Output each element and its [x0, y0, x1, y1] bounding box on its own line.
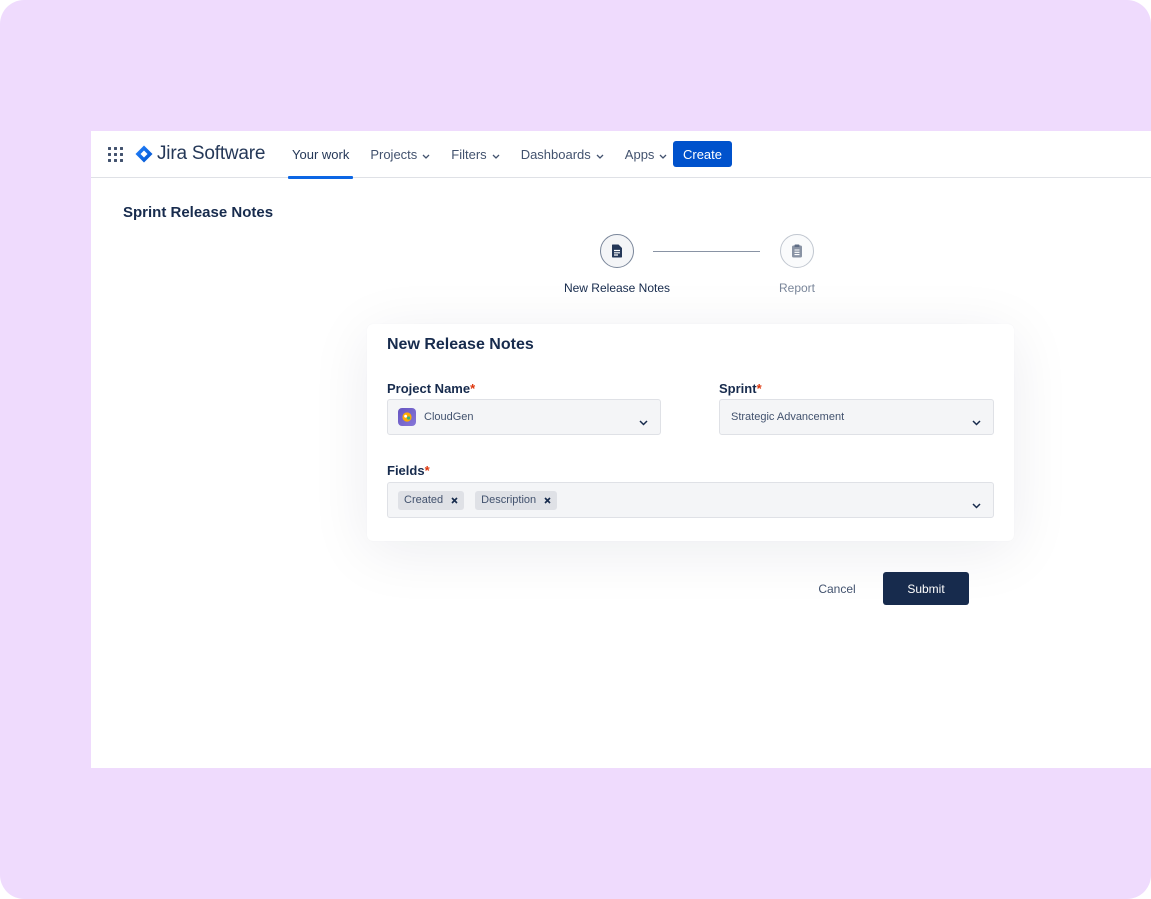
step-new-release-notes[interactable] — [600, 234, 634, 268]
label-text: Sprint — [719, 381, 757, 396]
nav-label: Projects — [370, 147, 418, 162]
nav-label: Apps — [624, 147, 655, 162]
page-title: Sprint Release Notes — [123, 204, 274, 221]
chevron-down-icon — [972, 413, 981, 431]
fields-label: Fields* — [387, 463, 430, 478]
project-select[interactable]: CloudGen — [387, 399, 661, 435]
stepper-connector — [653, 251, 760, 252]
sprint-label: Sprint* — [719, 381, 762, 396]
tag-label: Description — [481, 494, 537, 506]
fields-multiselect[interactable]: Created Description — [387, 482, 994, 518]
nav-your-work[interactable]: Your work — [288, 131, 354, 179]
sprint-value: Strategic Advancement — [731, 411, 845, 423]
tag-created: Created — [398, 490, 465, 510]
jira-diamond-icon — [135, 145, 153, 163]
label-text: Project Name — [387, 381, 471, 396]
required-mark: * — [756, 381, 762, 396]
remove-tag-icon[interactable] — [451, 496, 458, 504]
step-label: New Release Notes — [563, 281, 671, 295]
tag-label: Created — [404, 494, 444, 506]
logo-text: Jira Software — [157, 143, 266, 164]
project-avatar-icon — [398, 408, 416, 426]
nav-apps[interactable]: Apps — [621, 131, 672, 178]
submit-button[interactable]: Submit — [883, 572, 969, 605]
nav-label: Filters — [451, 147, 487, 162]
form-title: New Release Notes — [387, 336, 534, 353]
top-navigation: Jira Software Your work Projects Filters — [91, 131, 1151, 179]
remove-tag-icon[interactable] — [544, 496, 551, 504]
release-notes-form: New Release Notes Project Name* CloudGen — [367, 324, 1014, 541]
nav-filters[interactable]: Filters — [447, 131, 503, 178]
step-report[interactable] — [780, 234, 814, 268]
project-value: CloudGen — [424, 411, 474, 423]
sprint-select[interactable]: Strategic Advancement — [719, 399, 994, 435]
chevron-down-icon — [422, 147, 430, 162]
jira-logo[interactable]: Jira Software — [135, 143, 265, 165]
chevron-down-icon — [659, 147, 667, 162]
project-name-label: Project Name* — [387, 381, 475, 396]
label-text: Fields — [387, 463, 425, 478]
nav-menu: Your work Projects Filters Dashboards Ap… — [288, 131, 684, 179]
app-window: Jira Software Your work Projects Filters — [91, 131, 1151, 768]
required-mark: * — [424, 463, 430, 478]
chevron-down-icon — [492, 147, 500, 162]
document-icon — [611, 244, 622, 258]
grid-icon[interactable] — [108, 147, 123, 162]
nav-dashboards[interactable]: Dashboards — [517, 131, 608, 178]
canvas-background: Jira Software Your work Projects Filters — [0, 0, 1151, 899]
nav-projects[interactable]: Projects — [366, 131, 434, 178]
cancel-button[interactable]: Cancel — [804, 572, 870, 605]
required-mark: * — [470, 381, 476, 396]
nav-label: Your work — [292, 147, 350, 162]
tag-description: Description — [475, 490, 558, 510]
clipboard-icon — [792, 244, 802, 258]
step-label: Report — [778, 281, 816, 295]
nav-label: Dashboards — [520, 147, 591, 162]
create-button[interactable]: Create — [673, 141, 732, 167]
chevron-down-icon — [972, 496, 981, 514]
chevron-down-icon — [596, 147, 604, 162]
chevron-down-icon — [639, 413, 648, 431]
